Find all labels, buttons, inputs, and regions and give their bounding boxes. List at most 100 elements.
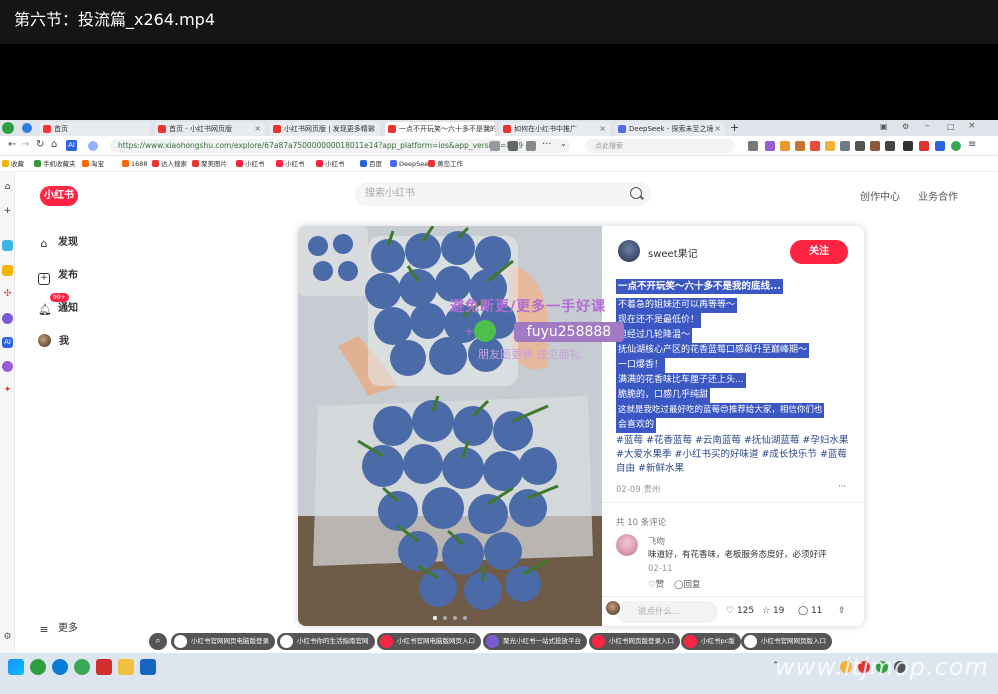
download-icon[interactable] (935, 141, 945, 151)
game-icon[interactable]: ✦ (2, 385, 13, 396)
wps-icon[interactable] (96, 659, 112, 675)
business-link[interactable]: 业务合作 (918, 188, 958, 203)
extension-icon[interactable] (810, 141, 820, 151)
menu-icon[interactable]: ≡ (968, 139, 976, 150)
cut-icon[interactable] (748, 141, 758, 151)
bookmark-item[interactable]: 手机收藏夹 (34, 158, 76, 170)
settings-icon[interactable]: ⚙ (902, 122, 909, 131)
tab-menu-icon[interactable]: ▣ (880, 122, 888, 131)
nav-item-me[interactable]: 我 (38, 332, 69, 347)
creator-center-link[interactable]: 创作中心 (860, 188, 900, 203)
nav-item-more[interactable]: ≡ 更多 (38, 619, 78, 636)
chrome-icon[interactable] (74, 659, 90, 675)
bookmark-item[interactable]: DeepSeek (390, 158, 432, 170)
bookmark-item[interactable]: 百度 (360, 158, 382, 170)
ai-icon[interactable]: AI (2, 337, 13, 348)
quick-link[interactable]: 小红书官网网页电脑版登录 (171, 633, 275, 650)
url-field[interactable]: https://www.xiaohongshu.com/explore/67a8… (110, 139, 570, 153)
close-icon[interactable]: × (599, 122, 606, 136)
tab-item[interactable]: DeepSeek - 探索未至之境 × (615, 122, 725, 136)
close-icon[interactable]: × (254, 122, 261, 136)
quick-link[interactable]: 小红书pc版 (681, 633, 741, 650)
bookmark-item[interactable]: 黄岛工作 (428, 158, 463, 170)
chevron-down-icon[interactable]: ⌄ (560, 139, 567, 148)
more-icon[interactable]: ··· (542, 139, 552, 150)
nav-item-publish[interactable]: + 发布 (38, 266, 78, 285)
note-image[interactable] (298, 226, 602, 626)
browser-icon[interactable] (30, 659, 46, 675)
tab-item[interactable]: 首页 - 小红书网页版 × (155, 122, 265, 136)
extension-icon[interactable] (840, 141, 850, 151)
search-input[interactable]: 搜索小红书 (355, 182, 651, 206)
folder-icon[interactable] (118, 659, 134, 675)
bookmark-item[interactable]: 达人搜索 (152, 158, 187, 170)
tab-item[interactable]: 小红书网页版 | 发现更多精彩 × (270, 122, 380, 136)
bookmark-item[interactable]: 1688 (122, 158, 148, 170)
tools-icon[interactable] (903, 141, 913, 151)
bookmark-item[interactable]: 收藏 (2, 158, 24, 170)
quick-link[interactable]: 小红书官网电脑版网页入口 (377, 633, 481, 650)
search-icon[interactable] (630, 187, 642, 199)
tab-item[interactable]: 如何在小红书中推广 × (500, 122, 610, 136)
app-icon[interactable] (2, 313, 13, 324)
extension-icon[interactable] (780, 141, 790, 151)
site-info-icon[interactable] (88, 141, 98, 151)
quick-link[interactable]: 小红书你的生活指南官网 (277, 633, 375, 650)
quick-link[interactable]: 小红书网页版登录入口 (589, 633, 680, 650)
note-tags[interactable]: #蓝莓 #花香蓝莓 #云南蓝莓 #抚仙湖蓝莓 #孕妇水果 #大爱水果季 #小红书… (616, 434, 852, 476)
quick-link[interactable]: 聚光小红书一站式投放平台 (483, 633, 587, 650)
bookmark-item[interactable]: 小红书 (316, 158, 345, 170)
app-icon[interactable]: ✣ (2, 289, 13, 300)
share-icon[interactable]: ⇪ (838, 606, 846, 616)
ai-icon[interactable]: AI (66, 140, 77, 151)
carousel-dot[interactable] (433, 616, 437, 620)
tab-item[interactable]: 首页 (40, 122, 150, 136)
home-icon[interactable]: ⌂ (51, 139, 57, 150)
back-icon[interactable]: ← (8, 139, 16, 150)
extension-icon[interactable] (870, 141, 880, 151)
quick-link[interactable]: 小红书官网网页版入口 (741, 633, 832, 650)
comment-stat[interactable]: ◯ 11 (798, 606, 822, 616)
settings-icon[interactable]: ⚙ (2, 632, 13, 643)
close-icon[interactable]: × (484, 122, 491, 136)
author-name[interactable]: sweet果记 (648, 245, 698, 260)
nav-item-explore[interactable]: ⌂ 发现 (38, 233, 79, 250)
bookmark-item[interactable]: 聚美图片 (192, 158, 227, 170)
collect-stat[interactable]: ☆ 19 (762, 606, 784, 616)
minimize-icon[interactable]: – (925, 121, 930, 131)
search-engine-field[interactable]: 点此搜索 (585, 139, 735, 153)
commenter-name[interactable]: 飞吻 (648, 535, 665, 547)
carousel-dot[interactable] (463, 616, 467, 620)
carousel-dot[interactable] (453, 616, 457, 620)
comment-input[interactable]: 说点什么... (616, 601, 718, 623)
close-icon[interactable]: × (369, 122, 376, 136)
undo-icon[interactable] (919, 141, 929, 151)
app-icon[interactable] (2, 240, 13, 251)
extension-icon[interactable] (825, 141, 835, 151)
comment-like[interactable]: ♡赞 (648, 578, 664, 590)
carousel-dot[interactable] (443, 616, 447, 620)
bookmark-item[interactable]: 淘宝 (82, 158, 104, 170)
screenshot-icon[interactable] (508, 141, 518, 151)
commenter-avatar[interactable] (616, 534, 638, 556)
tab-item-active[interactable]: 一点不开玩笑～六十多不是我的底线...× (385, 122, 495, 136)
close-icon[interactable]: × (714, 122, 721, 136)
add-icon[interactable]: + (2, 206, 13, 217)
star-icon[interactable] (2, 265, 13, 276)
extension-icon[interactable] (795, 141, 805, 151)
edge-icon[interactable] (52, 659, 68, 675)
extension-icon[interactable] (855, 141, 865, 151)
comment-reply[interactable]: ◯回复 (674, 578, 701, 590)
like-stat[interactable]: ♡ 125 (726, 606, 754, 616)
bookmark-item[interactable]: 小红书 (276, 158, 305, 170)
search-icon[interactable]: ⌕ (149, 633, 167, 650)
more-icon[interactable]: ··· (838, 482, 846, 492)
qr-icon[interactable] (490, 141, 500, 151)
windows-start-icon[interactable] (8, 659, 24, 675)
close-window-icon[interactable]: × (968, 121, 976, 131)
forward-icon[interactable]: → (21, 139, 29, 150)
app-icon[interactable] (2, 361, 13, 372)
reload-icon[interactable]: ↻ (36, 139, 44, 150)
xhs-logo[interactable]: 小红书 (40, 186, 78, 206)
author-avatar[interactable] (618, 240, 640, 262)
